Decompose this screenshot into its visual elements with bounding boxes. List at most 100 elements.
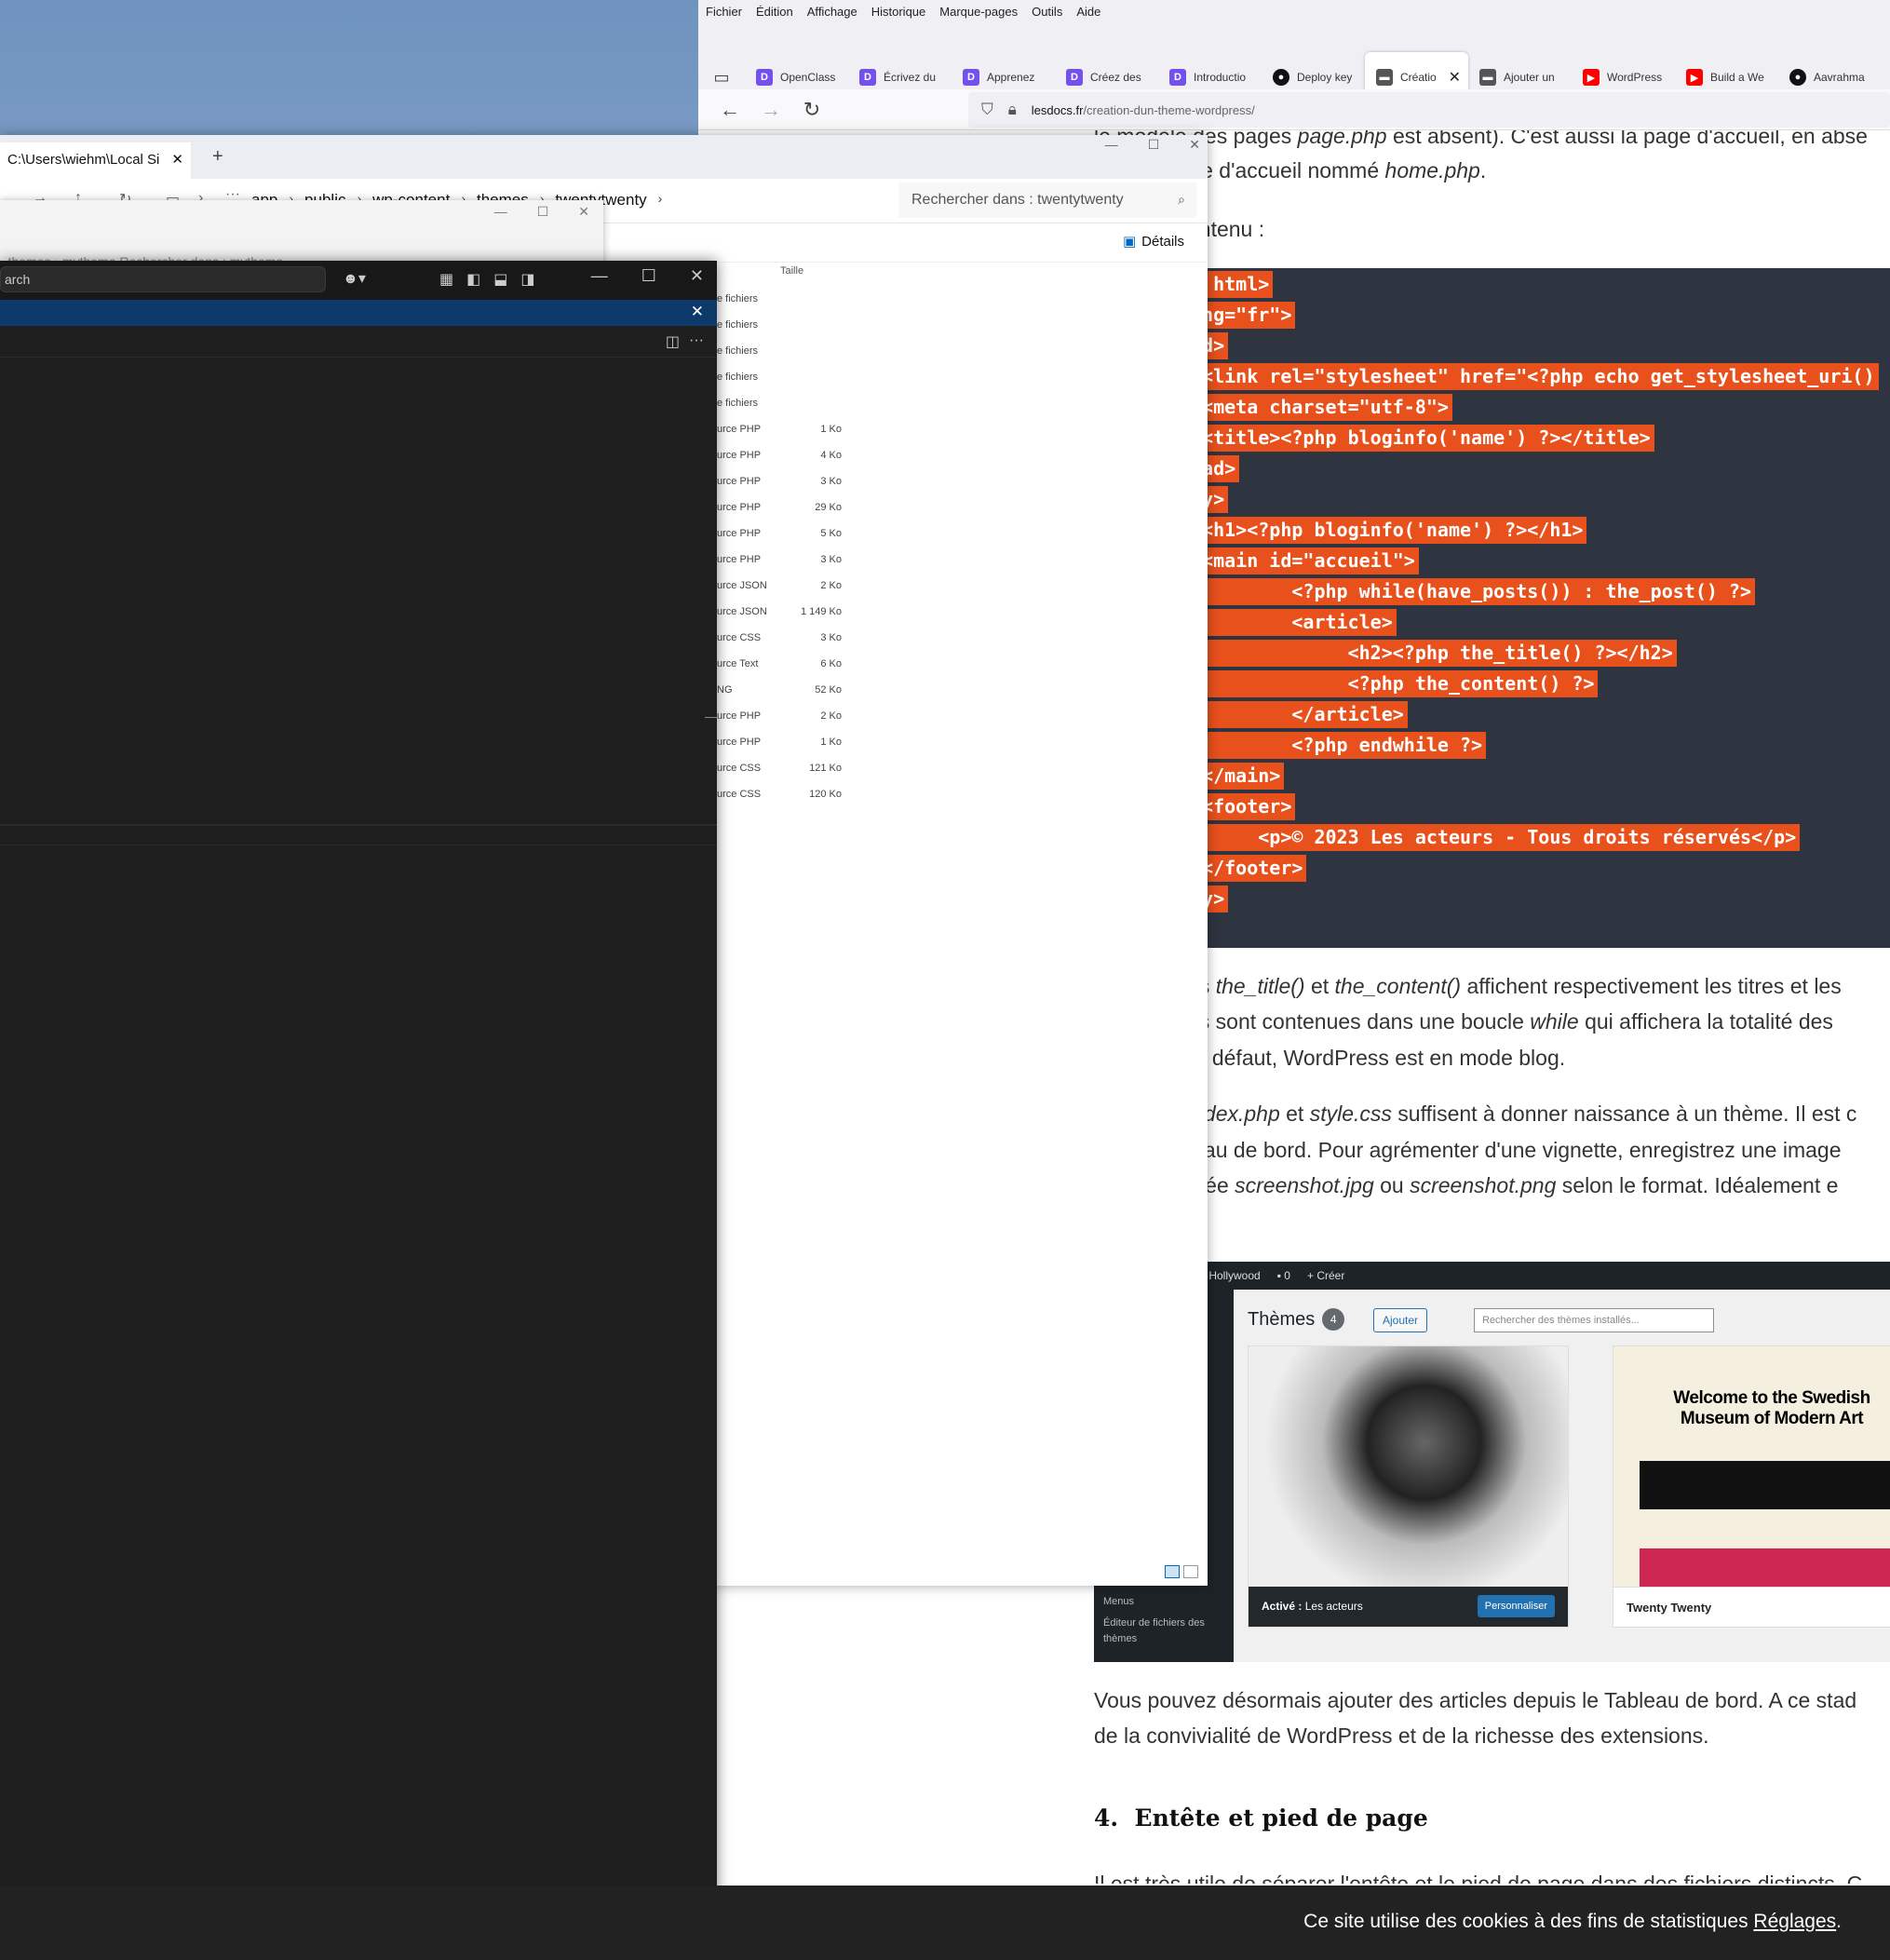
tab-label: Apprenez [987,71,1035,84]
minimize-button[interactable]: — [591,266,608,286]
details-pane-icon: ▣ [1122,234,1137,250]
code-line: </article> [1187,701,1408,728]
wp-admin-bar: et Hollywood ▪ 0 + Créer [1094,1262,1890,1290]
github-icon: ● [1789,69,1806,86]
more-actions-icon[interactable]: ··· [689,332,704,351]
chevron-right-icon[interactable]: › [658,191,663,210]
menu-fichier[interactable]: Fichier [706,5,742,19]
menu-affichage[interactable]: Affichage [807,5,857,19]
navigation-toolbar: ← → ↻ ⛉ 🔒︎ lesdocs.fr/creation-dun-theme… [698,89,1890,130]
theme-card-footer: Activé : Les acteurs Personnaliser [1249,1587,1568,1627]
code-line: <?php the_content() ?> [1187,670,1599,697]
file-size: 29 Ko [815,502,842,513]
column-header-size[interactable]: Taille [780,265,803,277]
file-type: urce JSON [717,606,767,617]
details-view-icon[interactable] [1165,1565,1180,1578]
file-type: urce CSS [717,632,762,643]
reload-button[interactable]: ↻ [791,98,832,122]
code-line: <article> [1187,609,1397,636]
menu-edition[interactable]: Édition [756,5,793,19]
code-line: <?php while(have_posts()) : the_post() ?… [1187,578,1756,605]
minimize-button[interactable]: — [1105,137,1118,153]
close-button[interactable]: ✕ [578,204,589,220]
command-center-search[interactable]: arch [0,266,326,292]
file-size: 3 Ko [820,554,842,565]
details-button[interactable]: ▣ Détails [1123,233,1184,250]
wordpress-themes-screenshot: et Hollywood ▪ 0 + Créer Menus Éditeur d… [1094,1262,1890,1662]
youtube-icon: ▶ [1583,69,1600,86]
file-size: 5 Ko [820,528,842,539]
customize-layout-icon[interactable]: ▦ [439,270,453,289]
openclassrooms-icon: D [963,69,979,86]
file-type: urce PHP [717,450,762,461]
github-icon: ● [1273,69,1289,86]
menu-outils[interactable]: Outils [1032,5,1062,19]
preview-pink-bar [1640,1548,1890,1587]
code-line: <title><?php bloginfo('name') ?></title> [1187,425,1654,452]
section-heading: 4. Entête et pied de page [1094,1805,1428,1832]
layout-controls: ▦ ◧ ⬓ ◨ [439,270,535,289]
file-type: urce JSON [717,580,767,591]
file-size: 4 Ko [820,450,842,461]
cookie-banner-text: Ce site utilise des cookies à des fins d… [1303,1911,1842,1932]
openclassrooms-icon: D [1066,69,1083,86]
tab-label: Écrivez du [884,71,937,84]
lock-icon[interactable]: 🔒︎ [1008,101,1017,119]
file-type: urce PHP [717,710,762,722]
preview-info-bar [1640,1461,1890,1509]
maximize-button[interactable]: ☐ [1148,137,1160,153]
url-bar[interactable]: ⛉ 🔒︎ lesdocs.fr/creation-dun-theme-wordp… [968,92,1890,128]
file-size: 2 Ko [820,580,842,591]
close-tab-icon[interactable]: ✕ [1449,68,1461,87]
maximize-button[interactable]: ☐ [537,204,549,220]
cookie-settings-link[interactable]: Réglages [1753,1911,1836,1932]
file-size: 3 Ko [820,476,842,487]
explorer-tabstrip: C:\Users\wiehm\Local Si ✕ + — ☐ ✕ [0,135,1208,179]
tab-label: Ajouter un [1504,71,1555,84]
close-tab-icon[interactable]: ✕ [171,151,183,168]
theme-portrait-image [1249,1346,1568,1587]
code-line: <main id="accueil"> [1187,547,1419,574]
code-line: <link rel="stylesheet" href="<?php echo … [1187,363,1879,390]
close-notification-icon[interactable]: ✕ [691,303,704,321]
file-type: e fichiers [717,293,759,304]
toggle-panel-icon[interactable]: ⬓ [493,270,507,289]
theme-name: Twenty Twenty [1613,1587,1890,1627]
file-type: urce Text [717,658,759,669]
preview-title: Welcome to the Swedish Museum of Modern … [1673,1388,1870,1428]
tiles-view-icon[interactable] [1183,1565,1198,1578]
forward-button[interactable]: → [750,98,791,122]
tab-label: WordPress [1607,71,1663,84]
customize-button: Personnaliser [1477,1595,1555,1617]
file-size: 1 149 Ko [800,606,842,617]
new-tab-button[interactable]: + [212,146,223,168]
vscode-window: arch ☻▾ ▦ ◧ ⬓ ◨ — ☐ ✕ ✕ ◫ ··· [0,261,717,1960]
minimize-button[interactable]: — [494,204,507,220]
explorer-tab[interactable]: C:\Users\wiehm\Local Si ✕ [0,142,191,179]
toggle-secondary-sidebar-icon[interactable]: ◨ [520,270,534,289]
panel-divider[interactable] [0,824,717,826]
toggle-sidebar-icon[interactable]: ◧ [466,270,480,289]
close-button[interactable]: ✕ [690,266,704,286]
tab-label: Build a We [1710,71,1764,84]
copilot-icon[interactable]: ☻▾ [343,269,366,288]
menu-marque-pages[interactable]: Marque-pages [939,5,1018,19]
wp-themes-panel: Thèmes 4 Ajouter Rechercher des thèmes in… [1234,1290,1890,1662]
paragraph-line: de la convivialité de WordPress et de la… [1094,1723,1709,1748]
paragraph-line: mée screenshot.jpg ou screenshot.png sel… [1187,1173,1839,1197]
vscode-window-controls: — ☐ ✕ [591,266,704,286]
file-size: 52 Ko [815,684,842,696]
explorer-search-input[interactable]: Rechercher dans : twentytwenty ⌕ [898,182,1196,218]
menu-historique[interactable]: Historique [871,5,926,19]
split-editor-icon[interactable]: ◫ [666,332,680,351]
close-button[interactable]: ✕ [1189,137,1200,153]
maximize-button[interactable]: ☐ [641,266,656,286]
code-line: <meta charset="utf-8"> [1187,394,1452,421]
back-button[interactable]: ← [709,98,750,122]
sash[interactable] [705,717,717,718]
file-size: 2 Ko [820,710,842,722]
menu-aide[interactable]: Aide [1076,5,1100,19]
wp-theme-card-twentytwenty: Welcome to the Swedish Museum of Modern … [1613,1345,1890,1628]
wp-theme-search: Rechercher des thèmes installés... [1474,1308,1714,1332]
shield-icon[interactable]: ⛉ [981,101,993,119]
